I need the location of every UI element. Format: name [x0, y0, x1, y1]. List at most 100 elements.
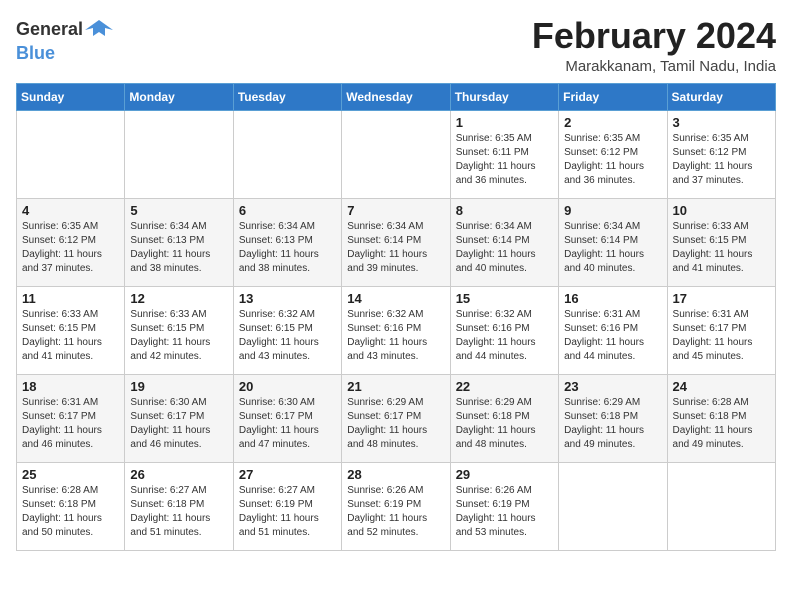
day-number: 18: [22, 379, 119, 394]
day-number: 1: [456, 115, 553, 130]
day-info: Sunrise: 6:31 AMSunset: 6:17 PMDaylight:…: [673, 308, 770, 364]
day-info: Sunrise: 6:35 AMSunset: 6:12 PMDaylight:…: [673, 132, 770, 188]
day-info: Sunrise: 6:30 AMSunset: 6:17 PMDaylight:…: [130, 396, 227, 452]
day-number: 22: [456, 379, 553, 394]
calendar-week-row: 18 Sunrise: 6:31 AMSunset: 6:17 PMDayligh…: [17, 374, 776, 462]
calendar-cell: 29 Sunrise: 6:26 AMSunset: 6:19 PMDayligh…: [450, 462, 558, 550]
calendar-cell: [559, 462, 667, 550]
col-header-friday: Friday: [559, 83, 667, 110]
day-info: Sunrise: 6:29 AMSunset: 6:18 PMDaylight:…: [456, 396, 553, 452]
day-number: 7: [347, 203, 444, 218]
day-info: Sunrise: 6:26 AMSunset: 6:19 PMDaylight:…: [456, 484, 553, 540]
calendar-cell: 22 Sunrise: 6:29 AMSunset: 6:18 PMDayligh…: [450, 374, 558, 462]
day-info: Sunrise: 6:34 AMSunset: 6:13 PMDaylight:…: [130, 220, 227, 276]
calendar-cell: 25 Sunrise: 6:28 AMSunset: 6:18 PMDayligh…: [17, 462, 125, 550]
calendar-cell: 14 Sunrise: 6:32 AMSunset: 6:16 PMDayligh…: [342, 286, 450, 374]
calendar-cell: 27Sunrise: 6:27 AMSunset: 6:19 PMDayligh…: [233, 462, 341, 550]
day-number: 12: [130, 291, 227, 306]
day-number: 27: [239, 467, 336, 482]
calendar-week-row: 1 Sunrise: 6:35 AMSunset: 6:11 PMDaylight…: [17, 110, 776, 198]
day-info: Sunrise: 6:34 AMSunset: 6:14 PMDaylight:…: [564, 220, 661, 276]
day-info: Sunrise: 6:31 AMSunset: 6:17 PMDaylight:…: [22, 396, 119, 452]
day-number: 28: [347, 467, 444, 482]
day-info: Sunrise: 6:31 AMSunset: 6:16 PMDaylight:…: [564, 308, 661, 364]
col-header-thursday: Thursday: [450, 83, 558, 110]
day-number: 10: [673, 203, 770, 218]
day-number: 4: [22, 203, 119, 218]
calendar-cell: 7 Sunrise: 6:34 AMSunset: 6:14 PMDaylight…: [342, 198, 450, 286]
calendar-cell: 8Sunrise: 6:34 AMSunset: 6:14 PMDaylight…: [450, 198, 558, 286]
calendar-cell: 16Sunrise: 6:31 AMSunset: 6:16 PMDayligh…: [559, 286, 667, 374]
calendar-cell: [342, 110, 450, 198]
calendar-cell: 6Sunrise: 6:34 AMSunset: 6:13 PMDaylight…: [233, 198, 341, 286]
calendar-cell: 17 Sunrise: 6:31 AMSunset: 6:17 PMDayligh…: [667, 286, 775, 374]
day-number: 23: [564, 379, 661, 394]
calendar-title: February 2024: [532, 16, 776, 56]
calendar-cell: 4 Sunrise: 6:35 AMSunset: 6:12 PMDaylight…: [17, 198, 125, 286]
day-info: Sunrise: 6:35 AMSunset: 6:12 PMDaylight:…: [22, 220, 119, 276]
calendar-cell: 19Sunrise: 6:30 AMSunset: 6:17 PMDayligh…: [125, 374, 233, 462]
calendar-cell: 20Sunrise: 6:30 AMSunset: 6:17 PMDayligh…: [233, 374, 341, 462]
day-number: 14: [347, 291, 444, 306]
day-number: 24: [673, 379, 770, 394]
calendar-cell: 24Sunrise: 6:28 AMSunset: 6:18 PMDayligh…: [667, 374, 775, 462]
day-info: Sunrise: 6:33 AMSunset: 6:15 PMDaylight:…: [130, 308, 227, 364]
day-info: Sunrise: 6:30 AMSunset: 6:17 PMDaylight:…: [239, 396, 336, 452]
calendar-cell: 3 Sunrise: 6:35 AMSunset: 6:12 PMDaylight…: [667, 110, 775, 198]
day-info: Sunrise: 6:34 AMSunset: 6:14 PMDaylight:…: [347, 220, 444, 276]
day-number: 5: [130, 203, 227, 218]
day-number: 29: [456, 467, 553, 482]
col-header-saturday: Saturday: [667, 83, 775, 110]
day-info: Sunrise: 6:33 AMSunset: 6:15 PMDaylight:…: [673, 220, 770, 276]
day-number: 25: [22, 467, 119, 482]
calendar-week-row: 25 Sunrise: 6:28 AMSunset: 6:18 PMDayligh…: [17, 462, 776, 550]
calendar-cell: 2 Sunrise: 6:35 AMSunset: 6:12 PMDaylight…: [559, 110, 667, 198]
day-info: Sunrise: 6:26 AMSunset: 6:19 PMDaylight:…: [347, 484, 444, 540]
day-number: 13: [239, 291, 336, 306]
calendar-week-row: 4 Sunrise: 6:35 AMSunset: 6:12 PMDaylight…: [17, 198, 776, 286]
calendar-cell: [233, 110, 341, 198]
day-number: 17: [673, 291, 770, 306]
calendar-cell: 18 Sunrise: 6:31 AMSunset: 6:17 PMDayligh…: [17, 374, 125, 462]
day-info: Sunrise: 6:32 AMSunset: 6:15 PMDaylight:…: [239, 308, 336, 364]
calendar-cell: 28 Sunrise: 6:26 AMSunset: 6:19 PMDayligh…: [342, 462, 450, 550]
col-header-sunday: Sunday: [17, 83, 125, 110]
title-block: February 2024 Marakkanam, Tamil Nadu, In…: [532, 16, 776, 75]
calendar-cell: 10 Sunrise: 6:33 AMSunset: 6:15 PMDayligh…: [667, 198, 775, 286]
day-info: Sunrise: 6:34 AMSunset: 6:14 PMDaylight:…: [456, 220, 553, 276]
day-info: Sunrise: 6:32 AMSunset: 6:16 PMDaylight:…: [456, 308, 553, 364]
calendar-cell: [125, 110, 233, 198]
calendar-cell: 1 Sunrise: 6:35 AMSunset: 6:11 PMDaylight…: [450, 110, 558, 198]
day-number: 11: [22, 291, 119, 306]
day-number: 3: [673, 115, 770, 130]
day-info: Sunrise: 6:29 AMSunset: 6:17 PMDaylight:…: [347, 396, 444, 452]
logo-bird-icon: [85, 16, 113, 44]
calendar-cell: 5 Sunrise: 6:34 AMSunset: 6:13 PMDaylight…: [125, 198, 233, 286]
logo: General Blue: [16, 16, 113, 64]
day-info: Sunrise: 6:27 AMSunset: 6:18 PMDaylight:…: [130, 484, 227, 540]
day-info: Sunrise: 6:34 AMSunset: 6:13 PMDaylight:…: [239, 220, 336, 276]
day-info: Sunrise: 6:33 AMSunset: 6:15 PMDaylight:…: [22, 308, 119, 364]
day-number: 26: [130, 467, 227, 482]
day-number: 15: [456, 291, 553, 306]
calendar-cell: [667, 462, 775, 550]
calendar-cell: 9Sunrise: 6:34 AMSunset: 6:14 PMDaylight…: [559, 198, 667, 286]
day-number: 21: [347, 379, 444, 394]
col-header-wednesday: Wednesday: [342, 83, 450, 110]
col-header-tuesday: Tuesday: [233, 83, 341, 110]
logo-text-general: General: [16, 20, 83, 40]
col-header-monday: Monday: [125, 83, 233, 110]
day-info: Sunrise: 6:35 AMSunset: 6:12 PMDaylight:…: [564, 132, 661, 188]
day-info: Sunrise: 6:29 AMSunset: 6:18 PMDaylight:…: [564, 396, 661, 452]
day-info: Sunrise: 6:28 AMSunset: 6:18 PMDaylight:…: [22, 484, 119, 540]
day-number: 2: [564, 115, 661, 130]
calendar-week-row: 11 Sunrise: 6:33 AMSunset: 6:15 PMDayligh…: [17, 286, 776, 374]
day-info: Sunrise: 6:35 AMSunset: 6:11 PMDaylight:…: [456, 132, 553, 188]
calendar-cell: [17, 110, 125, 198]
page-header: General Blue February 2024 Marakkanam, T…: [16, 16, 776, 75]
calendar-cell: 26 Sunrise: 6:27 AMSunset: 6:18 PMDayligh…: [125, 462, 233, 550]
calendar-header-row: SundayMondayTuesdayWednesdayThursdayFrid…: [17, 83, 776, 110]
calendar-cell: 11 Sunrise: 6:33 AMSunset: 6:15 PMDayligh…: [17, 286, 125, 374]
day-info: Sunrise: 6:32 AMSunset: 6:16 PMDaylight:…: [347, 308, 444, 364]
calendar-cell: 12 Sunrise: 6:33 AMSunset: 6:15 PMDayligh…: [125, 286, 233, 374]
